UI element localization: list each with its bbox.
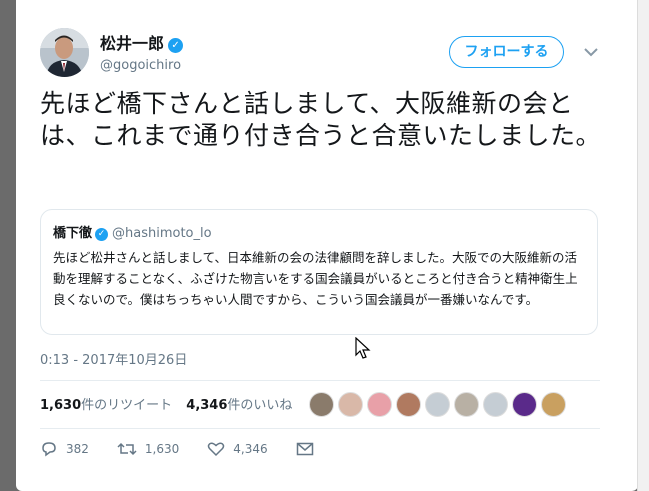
tweet-actions: 382 1,630 4,346 bbox=[40, 441, 350, 457]
author-avatar[interactable] bbox=[40, 28, 89, 77]
follow-button[interactable]: フォローする bbox=[449, 36, 564, 68]
liker-avatar[interactable] bbox=[541, 392, 566, 417]
liker-avatar[interactable] bbox=[367, 392, 392, 417]
reply-button[interactable]: 382 bbox=[40, 441, 89, 457]
verified-badge-icon: ✓ bbox=[95, 228, 109, 241]
liker-avatar[interactable] bbox=[483, 392, 508, 417]
author-name[interactable]: 松井一郎 ✓ bbox=[100, 30, 184, 54]
retweet-button[interactable]: 1,630 bbox=[117, 441, 179, 457]
liker-avatar[interactable] bbox=[425, 392, 450, 417]
like-count-label: 件のいいね bbox=[227, 398, 293, 413]
reply-count: 382 bbox=[66, 442, 89, 456]
quoted-tweet-text: 先ほど松井さんと話しまして、日本維新の会の法律顧問を辞しました。大阪での大阪維新… bbox=[53, 250, 578, 307]
reply-icon bbox=[42, 442, 56, 457]
quoted-author-handle[interactable]: @hashimoto_lo bbox=[112, 226, 212, 241]
like-count: 4,346 bbox=[186, 398, 228, 413]
liker-avatar[interactable] bbox=[512, 392, 537, 417]
liker-avatar[interactable] bbox=[454, 392, 479, 417]
tweet-text: 先ほど橋下さんと話しまして、大阪維新の会とは、これまで通り付き合うと合意いたしま… bbox=[40, 89, 602, 150]
retweet-count: 1,630 bbox=[40, 398, 82, 413]
author-name-text[interactable]: 松井一郎 bbox=[100, 34, 164, 53]
tweet-card: 松井一郎 ✓ @gogoichiro フォローする 先ほど橋下さんと話しまして、大… bbox=[16, 0, 638, 491]
retweet-action-count: 1,630 bbox=[144, 442, 180, 456]
tweet-timestamp[interactable]: 0:13 - 2017年10月26日 bbox=[40, 349, 187, 368]
divider bbox=[40, 380, 600, 381]
divider bbox=[40, 428, 600, 429]
scrollbar[interactable] bbox=[637, 0, 649, 491]
engagement-stats: 1,630件のリツイート 4,346件のいいね bbox=[40, 394, 292, 413]
like-button[interactable]: 4,346 bbox=[207, 441, 268, 457]
liker-avatar[interactable] bbox=[309, 392, 334, 417]
mouse-cursor-icon bbox=[355, 336, 371, 365]
liker-avatar[interactable] bbox=[396, 392, 421, 417]
envelope-icon bbox=[296, 442, 313, 456]
like-count-link[interactable]: 4,346件のいいね bbox=[186, 398, 292, 413]
heart-icon bbox=[208, 442, 225, 457]
quoted-author-name[interactable]: 橋下徹 bbox=[53, 226, 92, 241]
quoted-tweet-header: 橋下徹 ✓ @hashimoto_lo bbox=[53, 222, 585, 241]
retweet-count-label: 件のリツイート bbox=[81, 398, 173, 413]
retweet-icon bbox=[117, 442, 137, 456]
retweet-count-link[interactable]: 1,630件のリツイート bbox=[40, 398, 172, 413]
verified-badge-icon: ✓ bbox=[168, 38, 184, 53]
liker-avatar[interactable] bbox=[338, 392, 363, 417]
quoted-tweet[interactable]: 橋下徹 ✓ @hashimoto_lo 先ほど松井さんと話しまして、日本維新の会の法… bbox=[40, 209, 598, 335]
liker-avatars bbox=[309, 392, 566, 417]
like-action-count: 4,346 bbox=[233, 442, 268, 456]
chevron-down-icon[interactable] bbox=[584, 42, 598, 61]
direct-message-button[interactable] bbox=[296, 442, 322, 456]
author-handle[interactable]: @gogoichiro bbox=[100, 58, 181, 73]
